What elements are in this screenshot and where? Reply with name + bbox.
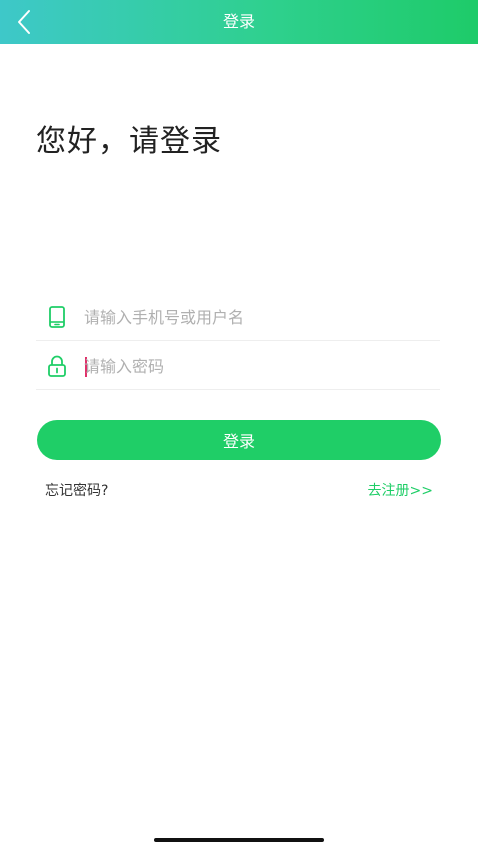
login-button[interactable]: 登录: [37, 420, 441, 460]
phone-icon: [49, 306, 65, 328]
login-form: [36, 292, 440, 390]
lock-icon: [48, 355, 66, 377]
username-input[interactable]: [84, 300, 424, 334]
password-field: [36, 341, 440, 390]
top-app-bar: 登录: [0, 0, 478, 44]
register-link[interactable]: 去注册>>: [368, 480, 433, 500]
forgot-password-link[interactable]: 忘记密码?: [45, 480, 108, 500]
login-screen: 登录 您好，请登录 登录 忘记密码? 去注册>>: [0, 0, 478, 850]
greeting-heading: 您好，请登录: [36, 124, 222, 159]
home-indicator: [154, 838, 324, 842]
username-field: [36, 292, 440, 341]
page-title: 登录: [222, 12, 255, 31]
password-input[interactable]: [84, 349, 424, 383]
